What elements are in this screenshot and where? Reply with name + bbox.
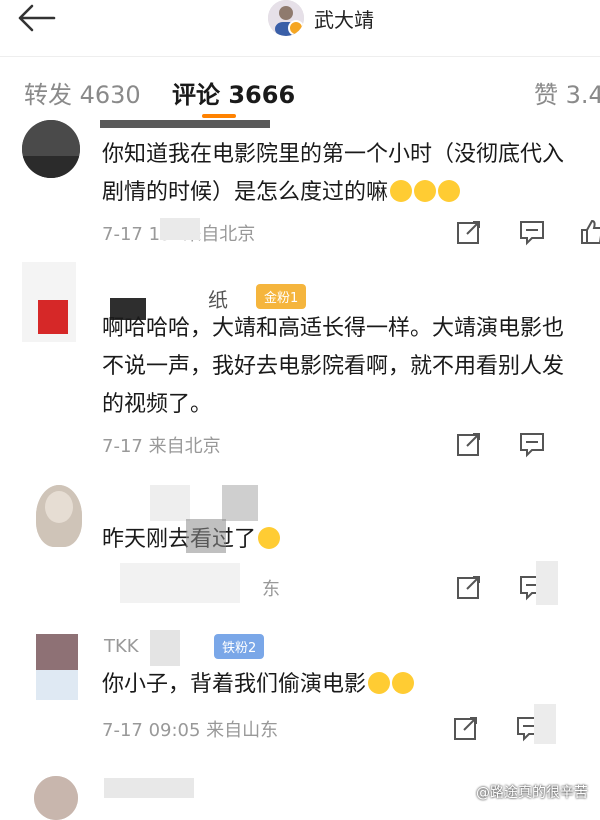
avatar[interactable] <box>22 120 80 178</box>
crying-emoji-icon <box>390 180 413 202</box>
text-mosaic <box>186 519 226 553</box>
share-icon[interactable] <box>455 430 483 458</box>
fan-badge: 铁粉2 <box>214 634 265 659</box>
comment-text: 你小子，背着我们偷演电影 <box>102 666 600 704</box>
thinking-emoji-icon <box>392 672 415 694</box>
meta-mosaic <box>120 563 240 603</box>
user-avatar-icon <box>36 485 82 547</box>
user-avatar-icon <box>22 262 76 342</box>
watermark: @路途真的很辛苦 <box>476 785 588 801</box>
share-icon[interactable] <box>452 714 480 742</box>
name-mosaic <box>104 778 194 798</box>
active-tab-indicator <box>202 114 236 118</box>
comment-line-text: 昨天刚去看过了 <box>102 527 257 552</box>
tab-likes[interactable]: 赞 3.4 <box>534 75 600 110</box>
comment-line: 的视频了。 <box>102 392 213 417</box>
comment-item: 你知道我在电影院里的第一个小时（没彻底代入 剧情的时候）是怎么度过的嘛 7-17… <box>0 120 600 260</box>
name-mosaic <box>150 630 180 666</box>
comment-line: 你小子，背着我们偷演电影 <box>102 666 600 704</box>
comment-line: 不说一声，我好去电影院看啊，就不用看别人发 <box>102 354 565 379</box>
comment-line: 剧情的时候）是怎么度过的嘛 <box>102 174 600 212</box>
crying-emoji-icon <box>414 180 437 202</box>
corner-mosaic <box>534 704 556 744</box>
tab-comments[interactable]: 评论 3666 <box>172 75 295 110</box>
like-icon[interactable] <box>578 218 600 246</box>
comment-item: TKK 铁粉2 你小子，背着我们偷演电影 7-17 09:05 来自山东 <box>0 630 600 750</box>
name-mosaic <box>100 120 270 128</box>
avatar[interactable] <box>36 485 82 547</box>
comment-line-text: 剧情的时候）是怎么度过的嘛 <box>102 180 389 205</box>
comment-icon[interactable] <box>518 218 546 246</box>
comment-line: 你知道我在电影院里的第一个小时（没彻底代入 <box>102 142 565 167</box>
user-avatar-icon <box>36 634 78 700</box>
thinking-emoji-icon <box>368 672 391 694</box>
comment-line: 昨天刚去看过了 <box>102 521 600 559</box>
page-title: 武大靖 <box>314 8 374 32</box>
verified-badge-icon <box>288 20 304 36</box>
comment-meta: 7-17 09:05 来自山东 <box>102 720 279 741</box>
corner-mosaic <box>536 561 558 605</box>
comment-icon[interactable] <box>518 430 546 458</box>
comment-text: 啊哈哈哈，大靖和高适长得一样。大靖演电影也 不说一声，我好去电影院看啊，就不用看… <box>102 310 600 424</box>
comment-text: 昨天刚去看过了 <box>102 521 600 559</box>
comment-item: 纸 金粉1 啊哈哈哈，大靖和高适长得一样。大靖演电影也 不说一声，我好去电影院看… <box>0 262 600 472</box>
comment-meta: 7-17 来自北京 <box>102 436 221 457</box>
comment-meta: 东 <box>262 579 280 600</box>
share-icon[interactable] <box>455 218 483 246</box>
share-icon[interactable] <box>455 573 483 601</box>
crying-emoji-icon <box>438 180 461 202</box>
username[interactable]: 纸 <box>208 284 228 313</box>
user-avatar-icon <box>34 776 78 820</box>
avatar[interactable] <box>268 0 304 36</box>
user-avatar-icon <box>22 120 80 178</box>
comment-text: 你知道我在电影院里的第一个小时（没彻底代入 剧情的时候）是怎么度过的嘛 <box>102 136 600 212</box>
sunglasses-emoji-icon <box>258 527 281 549</box>
name-mosaic <box>150 485 190 521</box>
tab-bar: 转发 4630 评论 3666 赞 3.4 <box>0 57 600 119</box>
comment-item: 昨天刚去看过了 东 <box>0 485 600 620</box>
back-arrow-icon[interactable] <box>14 2 58 34</box>
fan-badge-label: 金粉1 <box>264 291 299 306</box>
tab-reposts[interactable]: 转发 4630 <box>24 75 141 110</box>
avatar[interactable] <box>36 634 78 700</box>
avatar[interactable] <box>34 776 78 820</box>
username[interactable]: TKK <box>104 636 139 657</box>
comment-line: 啊哈哈哈，大靖和高适长得一样。大靖演电影也 <box>102 316 565 341</box>
avatar[interactable] <box>22 262 76 342</box>
top-bar: 武大靖 <box>0 0 600 52</box>
fan-badge: 金粉1 <box>256 284 307 309</box>
meta-mosaic <box>160 218 200 240</box>
name-mosaic <box>222 485 258 521</box>
comment-line-text: 你小子，背着我们偷演电影 <box>102 672 367 697</box>
fan-badge-label: 铁粉2 <box>222 641 257 656</box>
